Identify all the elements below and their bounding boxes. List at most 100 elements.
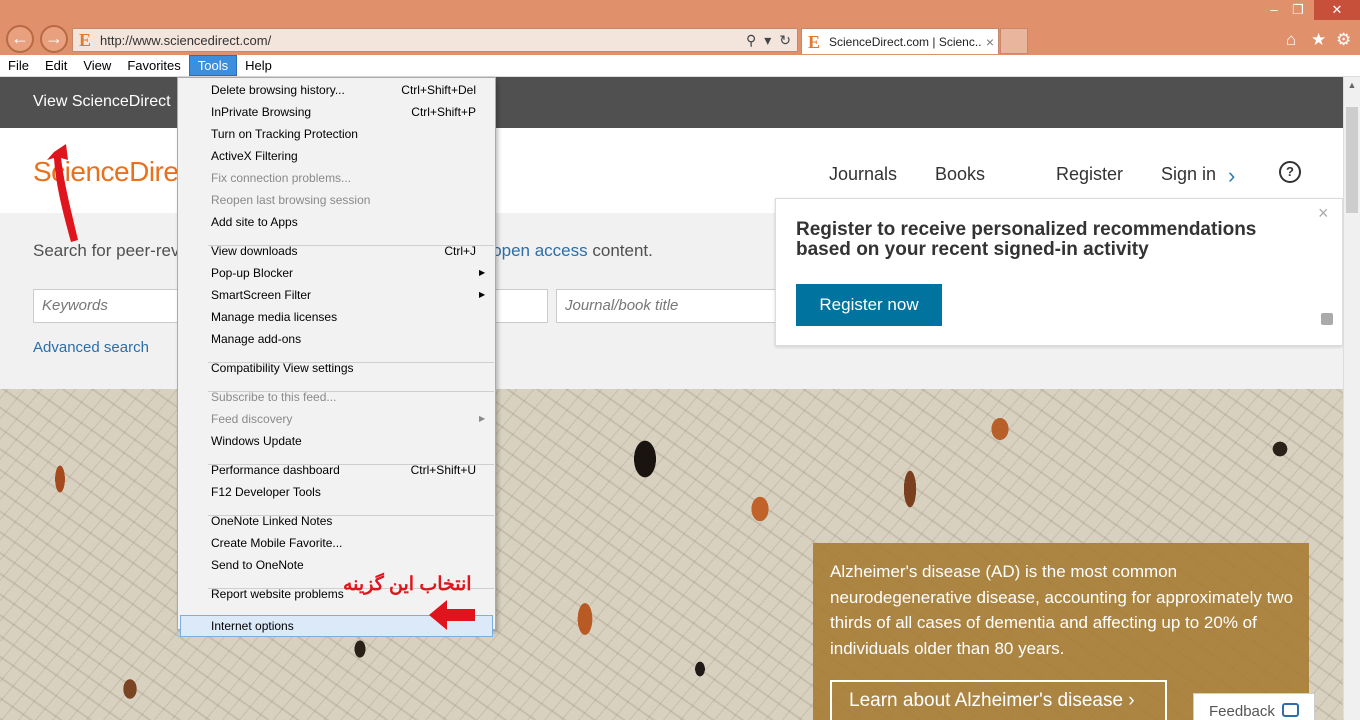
tools-menu-item[interactable]: Pop-up Blocker ▶ (178, 262, 495, 284)
red-arrow-up-icon (47, 144, 78, 242)
nav-books[interactable]: Books (935, 164, 985, 185)
nav-journals[interactable]: Journals (829, 164, 897, 185)
menu-separator (208, 362, 494, 363)
tools-menu-item-label: Reopen last browsing session (211, 193, 371, 207)
submenu-arrow-icon: ▶ (479, 290, 486, 299)
star-icon[interactable]: ★ (1311, 30, 1326, 50)
popup-close-icon[interactable]: × (1318, 203, 1329, 224)
search-intro-text-right: d open access content. (478, 241, 653, 261)
menu-file[interactable]: File (0, 55, 37, 76)
tools-menu-item[interactable]: Turn on Tracking Protection (178, 123, 495, 145)
dropdown-arrow-icon[interactable]: ▾ (764, 32, 771, 49)
tab-title: ScienceDirect.com | Scienc... (829, 34, 982, 49)
menu-tools[interactable]: Tools (188, 55, 238, 76)
tools-menu-item[interactable]: Reopen last browsing session (178, 189, 495, 211)
tools-menu-shortcut: Ctrl+Shift+Del (401, 83, 476, 97)
vertical-scrollbar[interactable]: ▲ (1343, 77, 1360, 720)
tools-menu-item-label: Compatibility View settings (211, 361, 354, 375)
speech-bubble-icon (1282, 703, 1299, 717)
chevron-right-icon: › (1228, 163, 1236, 188)
learn-alzheimers-label: Learn about Alzheimer's disease (849, 690, 1124, 711)
register-popup: × Register to receive personalized recom… (775, 198, 1343, 346)
tools-menu-item-label: SmartScreen Filter (211, 288, 312, 302)
tools-menu-item[interactable]: Compatibility View settings (178, 357, 495, 379)
author-input[interactable] (495, 289, 548, 323)
menu-favorites[interactable]: Favorites (119, 55, 188, 76)
tools-menu-item-label: Manage media licenses (211, 310, 338, 324)
tools-menu-item[interactable]: Create Mobile Favorite... (178, 532, 495, 554)
tools-menu-item[interactable]: Manage add-ons (178, 328, 495, 350)
help-icon[interactable]: ? (1279, 161, 1301, 183)
close-window-button[interactable]: ✕ (1314, 0, 1360, 20)
refresh-icon[interactable]: ↻ (779, 32, 791, 49)
tools-menu-item[interactable]: Feed discovery ▶ (178, 408, 495, 430)
browser-titlebar: ← → E http://www.sciencedirect.com/ ⚲ ▾ … (0, 0, 1360, 55)
tools-menu-item[interactable]: View downloads Ctrl+J (178, 240, 495, 262)
tools-menu-item-label: Pop-up Blocker (211, 266, 294, 280)
journal-title-input[interactable]: Journal/book title (556, 289, 786, 323)
restore-button[interactable]: ❐ (1283, 0, 1313, 20)
tools-dropdown-menu: Delete browsing history... Ctrl+Shift+Del… (177, 77, 496, 637)
tools-menu-item[interactable]: ActiveX Filtering (178, 145, 495, 167)
submenu-arrow-icon: ▶ (479, 268, 486, 277)
tools-menu-shortcut: Ctrl+Shift+P (411, 105, 476, 119)
new-tab-button[interactable] (1000, 28, 1028, 54)
submenu-arrow-icon: ▶ (479, 414, 486, 423)
open-access-link[interactable]: open access (492, 241, 587, 260)
tab-close-icon[interactable]: × (982, 34, 998, 50)
home-icon[interactable]: ⌂ (1286, 30, 1296, 50)
tools-menu-shortcut: Ctrl+Shift+U (410, 463, 476, 477)
tools-menu-item-label: Send to OneNote (211, 558, 304, 572)
menu-separator (208, 391, 494, 392)
nav-sign-in[interactable]: Sign in (1161, 164, 1216, 185)
tools-menu-item-label: Create Mobile Favorite... (211, 536, 343, 550)
tools-menu-item[interactable]: Windows Update (178, 430, 495, 452)
tools-menu-item-label: Turn on Tracking Protection (211, 127, 358, 141)
search-intro-text: Search for peer-rev (33, 241, 180, 260)
tools-menu-item[interactable]: Fix connection problems... (178, 167, 495, 189)
feedback-label: Feedback (1209, 703, 1275, 720)
red-arrow-left-icon (429, 600, 475, 630)
tools-menu-item[interactable]: F12 Developer Tools (178, 481, 495, 503)
tools-menu-item[interactable]: SmartScreen Filter ▶ (178, 284, 495, 306)
tools-menu-shortcut: Ctrl+J (444, 244, 476, 258)
ad-info-icon[interactable] (1321, 313, 1333, 325)
tools-menu-item[interactable]: Performance dashboard Ctrl+Shift+U (178, 459, 495, 481)
search-intro-suffix: content. (587, 241, 653, 260)
annotation-text: انتخاب این گزینه (343, 574, 472, 595)
tools-menu-item-label: Add site to Apps (211, 215, 298, 229)
keywords-input[interactable]: Keywords (33, 289, 183, 323)
menu-edit[interactable]: Edit (37, 55, 75, 76)
sd-top-banner-text[interactable]: View ScienceDirect (33, 93, 171, 111)
back-button[interactable]: ← (6, 25, 34, 53)
tools-menu-item[interactable]: Add site to Apps (178, 211, 495, 233)
tools-menu-item-label: View downloads (211, 244, 298, 258)
gear-icon[interactable]: ⚙ (1336, 30, 1351, 50)
feedback-button[interactable]: Feedback (1193, 693, 1315, 720)
tools-menu-item[interactable]: Delete browsing history... Ctrl+Shift+Del (178, 79, 495, 101)
advanced-search-link[interactable]: Advanced search (33, 339, 149, 356)
forward-button[interactable]: → (40, 25, 68, 53)
address-bar[interactable]: E http://www.sciencedirect.com/ ⚲ ▾ ↻ (72, 28, 798, 52)
scroll-up-icon[interactable]: ▲ (1344, 77, 1360, 94)
tools-menu-item-label: ActiveX Filtering (211, 149, 298, 163)
tools-menu-item-label: Manage add-ons (211, 332, 302, 346)
nav-register[interactable]: Register (1056, 164, 1123, 185)
search-icon[interactable]: ⚲ (746, 32, 756, 49)
tools-menu-item[interactable]: Subscribe to this feed... (178, 386, 495, 408)
scroll-thumb[interactable] (1346, 107, 1358, 213)
address-url[interactable]: http://www.sciencedirect.com/ (100, 33, 746, 48)
menu-view[interactable]: View (75, 55, 119, 76)
menu-help[interactable]: Help (237, 55, 280, 76)
tools-menu-item-label: Fix connection problems... (211, 171, 352, 185)
forward-arrow-icon: → (45, 28, 63, 48)
browser-tab[interactable]: E ScienceDirect.com | Scienc... × (801, 28, 999, 54)
register-now-button[interactable]: Register now (796, 284, 942, 326)
tools-menu-item[interactable]: OneNote Linked Notes (178, 510, 495, 532)
learn-alzheimers-button[interactable]: Learn about Alzheimer's disease › (830, 680, 1167, 720)
tools-menu-item-label: Feed discovery (211, 412, 293, 426)
tools-menu-item[interactable]: Manage media licenses (178, 306, 495, 328)
tools-menu-item[interactable]: InPrivate Browsing Ctrl+Shift+P (178, 101, 495, 123)
menu-separator (208, 464, 494, 465)
tools-menu-item-label: Windows Update (211, 434, 302, 448)
